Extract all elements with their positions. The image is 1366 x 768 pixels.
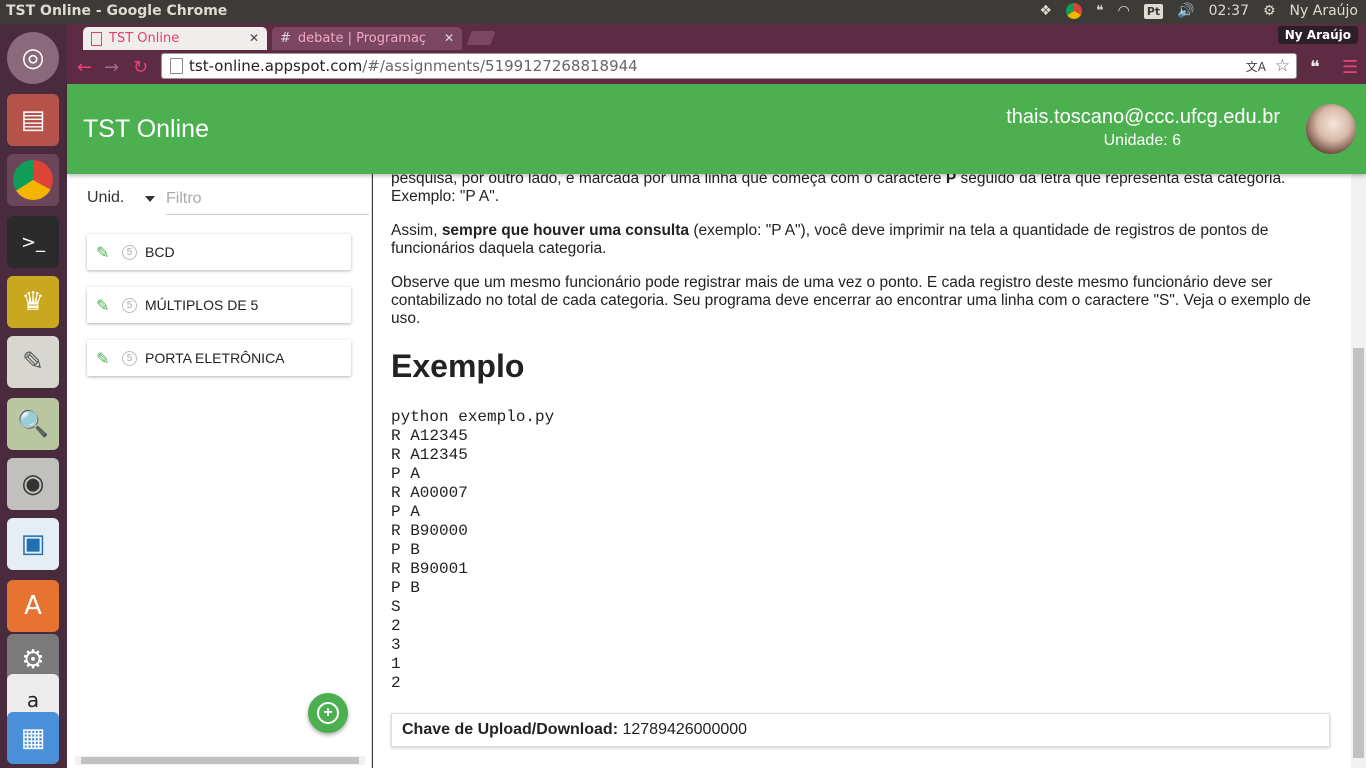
unity-launcher: ◎ ▤ >_ ♛ ✎ 🔍 ◉ ▣ A ⚙ a ▦: [0, 24, 67, 768]
example-heading: Exemplo: [391, 348, 525, 384]
assignment-label: MÚLTIPLOS DE 5: [145, 297, 259, 313]
bookmark-star-icon[interactable]: ☆: [1275, 56, 1290, 76]
upload-key-value: 12789426000000: [622, 721, 748, 738]
assignment-item-multiplos[interactable]: ✎ 5 MÚLTIPLOS DE 5: [87, 287, 351, 323]
pencil-icon[interactable]: ✎: [96, 243, 110, 262]
tab-debate[interactable]: # debate | Programaç ✕: [272, 27, 462, 50]
avatar[interactable]: [1306, 104, 1356, 154]
browser-tab-strip: TST Online ✕ # debate | Programaç ✕ Ny A…: [67, 24, 1366, 50]
image-viewer-app-icon[interactable]: 🔍: [7, 398, 59, 450]
app-header: TST Online thais.toscano@ccc.ufcg.edu.br…: [67, 84, 1366, 174]
dropbox-icon[interactable]: ❖: [1040, 3, 1053, 19]
clock[interactable]: 02:37: [1209, 3, 1249, 19]
user-email: thais.toscano@ccc.ufcg.edu.br: [1006, 106, 1280, 128]
new-tab-button[interactable]: [466, 31, 496, 45]
text: seguido da letra que representa esta cat…: [956, 174, 1286, 187]
hashtag-favicon: #: [280, 31, 291, 46]
volume-icon[interactable]: 🔊: [1177, 3, 1194, 19]
description-paragraph-3: Observe que um mesmo funcionário pode re…: [391, 274, 1312, 327]
reload-icon[interactable]: ↻: [133, 57, 148, 78]
messaging-icon[interactable]: ❝: [1096, 3, 1104, 19]
sidebar-horizontal-scrollbar[interactable]: [75, 756, 365, 765]
text: Assim,: [391, 222, 442, 239]
chrome-app-icon[interactable]: [7, 154, 59, 206]
wifi-icon[interactable]: ◠: [1118, 3, 1130, 19]
text: Exemplo: "P A".: [391, 188, 500, 205]
tab-tst-online[interactable]: TST Online ✕: [83, 27, 267, 50]
system-tray: ❖ ❝ ◠ Pt 🔊 02:37 ⚙ Ny Araújo: [1040, 3, 1358, 19]
system-top-panel: TST Online - Google Chrome ❖ ❝ ◠ Pt 🔊 02…: [0, 0, 1366, 24]
filter-input[interactable]: [166, 184, 369, 215]
genie-app-icon[interactable]: ♛: [7, 276, 59, 328]
pencil-icon[interactable]: ✎: [96, 349, 110, 368]
address-bar[interactable]: tst-online.appspot.com/#/assignments/519…: [161, 53, 1297, 79]
chrome-menu-icon[interactable]: ☰: [1342, 57, 1358, 78]
tab-label: TST Online: [109, 31, 180, 46]
description-paragraph-1: pesquisa, por outro lado, é marcada por …: [391, 174, 1331, 206]
files-app-icon[interactable]: ▤: [7, 94, 59, 146]
add-assignment-button[interactable]: +: [308, 693, 348, 733]
page-favicon: [91, 31, 102, 46]
speaker-app-icon[interactable]: ◉: [7, 458, 59, 510]
text: pesquisa, por outro lado, é marcada por …: [391, 174, 946, 187]
page-icon: [170, 58, 183, 74]
upload-key-box: Chave de Upload/Download: 12789426000000: [391, 713, 1330, 747]
assignment-content: pesquisa, por outro lado, é marcada por …: [373, 174, 1351, 768]
unit-dropdown-value: Unid.: [87, 189, 125, 206]
url-host: tst-online.appspot.com: [189, 57, 363, 75]
software-center-app-icon[interactable]: A: [7, 580, 59, 632]
caret-down-icon: [145, 196, 155, 202]
translate-icon[interactable]: 文A: [1246, 58, 1266, 75]
content-vertical-scrollbar[interactable]: [1351, 174, 1366, 768]
settings-gear-icon[interactable]: ⚙: [1263, 3, 1276, 19]
scrollbar-thumb[interactable]: [1353, 348, 1364, 758]
session-user-name[interactable]: Ny Araújo: [1290, 3, 1358, 19]
profile-button[interactable]: Ny Araújo: [1277, 26, 1358, 44]
assignment-label: BCD: [145, 244, 175, 260]
workspace-switcher-icon[interactable]: ▦: [7, 712, 59, 764]
terminal-app-icon[interactable]: >_: [7, 216, 59, 268]
close-tab-icon[interactable]: ✕: [444, 31, 454, 45]
upload-key-label: Chave de Upload/Download:: [402, 721, 619, 738]
assignment-item-porta[interactable]: ✎ 5 PORTA ELETRÔNICA: [87, 340, 351, 376]
assignment-label: PORTA ELETRÔNICA: [145, 350, 285, 366]
plus-icon: +: [317, 702, 339, 724]
text-editor-app-icon[interactable]: ✎: [7, 336, 59, 388]
window-title: TST Online - Google Chrome: [6, 3, 228, 19]
url-path: /#/assignments/5199127268818944: [362, 57, 638, 75]
description-paragraph-2: Assim, sempre que houver uma consulta (e…: [391, 222, 1331, 258]
example-code-block: python exemplo.py R A12345 R A12345 P A …: [391, 408, 555, 692]
forward-arrow-icon[interactable]: →: [104, 57, 119, 78]
impress-app-icon[interactable]: ▣: [7, 518, 59, 570]
scrollbar-thumb[interactable]: [81, 757, 359, 764]
assignments-sidebar: Unid. ✎ 5 BCD ✎ 5 MÚLTIPLOS DE 5 ✎ 5 POR…: [67, 174, 372, 768]
close-tab-icon[interactable]: ✕: [249, 31, 259, 45]
bold-text: sempre que houver uma consulta: [441, 222, 690, 239]
assignment-item-bcd[interactable]: ✎ 5 BCD: [87, 234, 351, 270]
unit-badge: 5: [122, 297, 137, 313]
back-arrow-icon[interactable]: ←: [77, 57, 92, 78]
bold-text: P: [945, 174, 957, 187]
chrome-tray-icon[interactable]: [1066, 3, 1083, 19]
tab-label: debate | Programaç: [297, 31, 427, 46]
current-unit: Unidade: 6: [1103, 132, 1181, 149]
pencil-icon[interactable]: ✎: [96, 296, 110, 315]
app-title[interactable]: TST Online: [83, 115, 209, 144]
unit-badge: 5: [122, 244, 137, 260]
unit-dropdown[interactable]: Unid.: [87, 189, 155, 207]
unit-badge: 5: [122, 350, 137, 366]
keyboard-layout-indicator[interactable]: Pt: [1143, 3, 1164, 19]
ubuntu-dash-icon[interactable]: ◎: [7, 32, 59, 84]
extension-icon[interactable]: ❝: [1310, 57, 1320, 78]
browser-toolbar: ← → ↻ tst-online.appspot.com/#/assignmen…: [67, 50, 1366, 84]
